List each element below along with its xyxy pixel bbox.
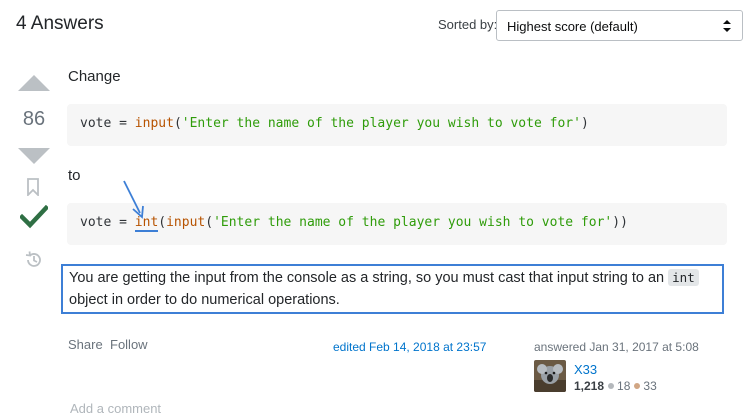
- share-link[interactable]: Share: [68, 337, 103, 352]
- accepted-check-icon: [20, 205, 48, 229]
- code-token-string: 'Enter the name of the player you wish t…: [213, 215, 613, 230]
- follow-link[interactable]: Follow: [110, 337, 148, 352]
- sort-select-value: Highest score (default): [507, 19, 638, 34]
- answered-timestamp: answered Jan 31, 2017 at 5:08: [534, 340, 699, 354]
- bronze-badge-icon: [634, 383, 641, 390]
- code-token: ): [580, 116, 589, 131]
- bookmark-icon[interactable]: [26, 178, 40, 196]
- downvote-button[interactable]: [18, 148, 50, 164]
- code-token-function: input: [134, 116, 174, 131]
- code-token-string: 'Enter the name of the player you wish t…: [181, 116, 581, 131]
- code-block: vote = input('Enter the name of the play…: [67, 104, 727, 146]
- inline-code: int: [668, 269, 699, 286]
- select-caret-icon: [723, 20, 731, 32]
- user-reputation: 1,218 18 33: [574, 379, 657, 393]
- code-token: (: [173, 116, 182, 131]
- explanation-text: You are getting the input from the conso…: [69, 270, 669, 286]
- code-token: (: [205, 215, 214, 230]
- answer-paragraph: to: [68, 167, 81, 184]
- history-icon[interactable]: [24, 250, 44, 270]
- upvote-button[interactable]: [18, 75, 50, 91]
- explanation-text: object in order to do numerical operatio…: [69, 292, 340, 308]
- highlighted-explanation: You are getting the input from the conso…: [61, 264, 724, 314]
- annotation-arrow-icon: [123, 180, 144, 219]
- silver-badge-icon: [608, 383, 615, 390]
- bronze-badge-count: 33: [643, 379, 657, 393]
- user-name-link[interactable]: X33: [574, 362, 597, 377]
- sorted-by-label: Sorted by:: [438, 17, 498, 32]
- silver-badge-count: 18: [617, 379, 631, 393]
- sort-select[interactable]: Highest score (default): [496, 10, 743, 41]
- answer-paragraph: Change: [68, 68, 121, 85]
- user-avatar[interactable]: [534, 360, 566, 392]
- vote-count: 86: [22, 108, 46, 130]
- code-token: vote =: [80, 116, 135, 131]
- reputation-score: 1,218: [574, 379, 605, 393]
- edited-link[interactable]: edited Feb 14, 2018 at 23:57: [333, 340, 486, 354]
- code-token: )): [612, 215, 628, 230]
- answers-count-heading: 4 Answers: [16, 13, 104, 34]
